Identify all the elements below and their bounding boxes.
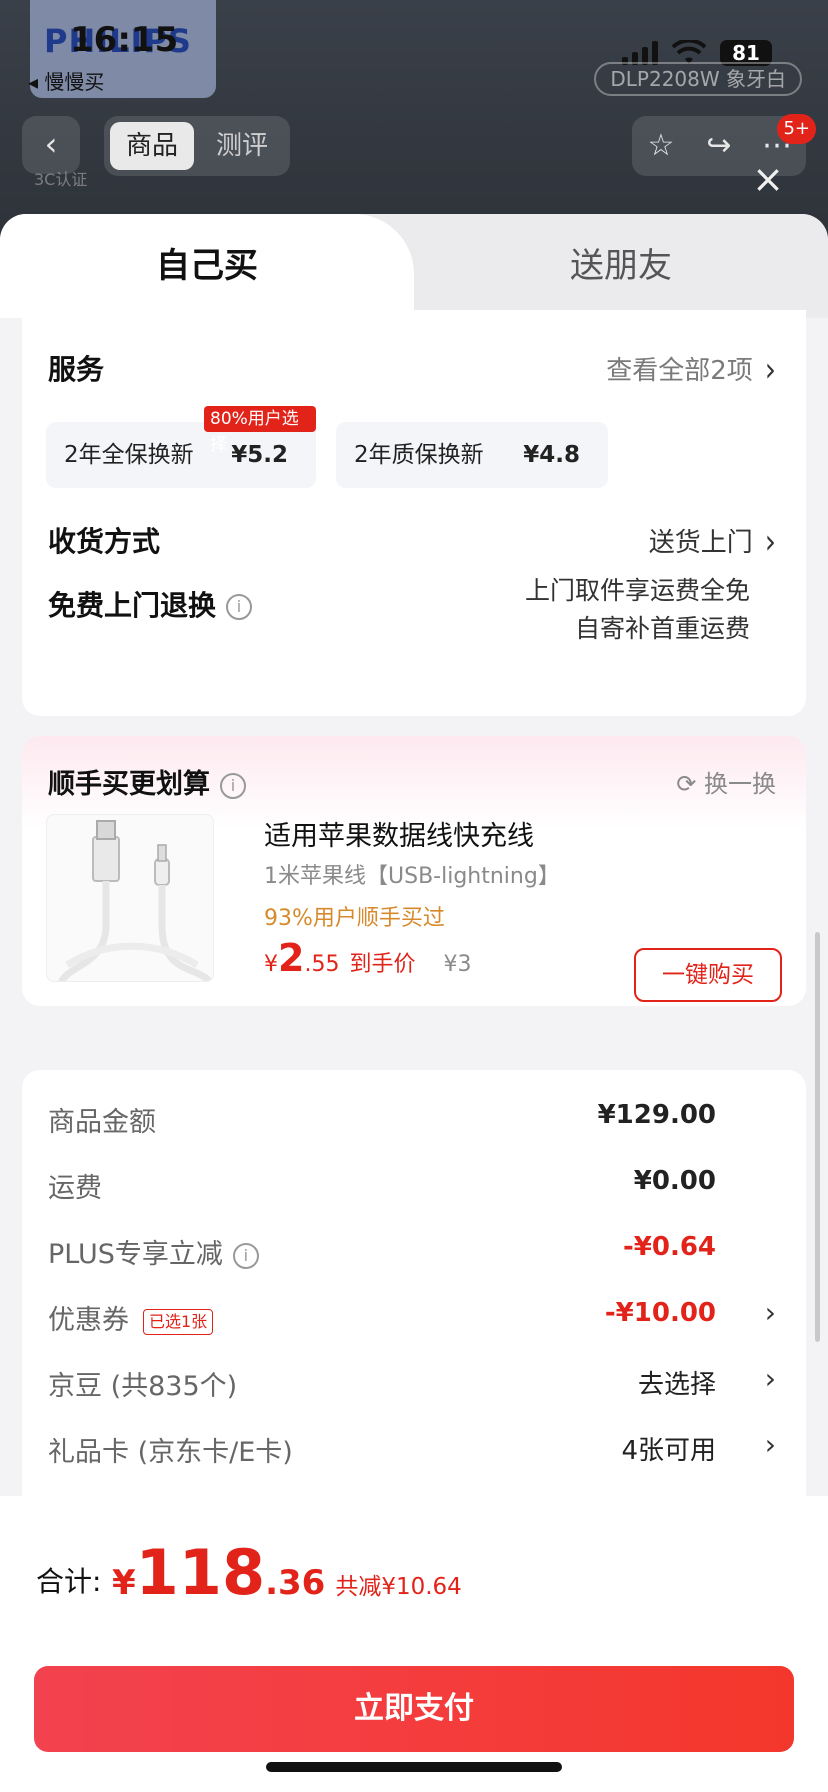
chevron-right-icon[interactable]: › (765, 1362, 776, 1395)
info-icon[interactable]: i (226, 594, 253, 620)
recommended-product-spec: 1米苹果线【USB-lightning】 (264, 864, 560, 889)
summary-label: 商品金额 (48, 1107, 156, 1138)
price-integer: 2 (278, 936, 305, 980)
free-return-note: 上门取件享运费全免 自寄补首重运费 (525, 572, 750, 648)
summary-label: 优惠券 已选1张 (48, 1298, 214, 1337)
star-icon[interactable]: ☆ (632, 116, 690, 176)
price-label: 到手价 (349, 952, 416, 977)
summary-value: ¥129.00 (597, 1100, 716, 1130)
info-icon[interactable]: i (232, 1242, 259, 1269)
total-saved: 共减¥10.64 (335, 1574, 462, 1600)
more-badge: 5+ (777, 114, 816, 144)
service-option-name: 2年质保换新 (354, 442, 484, 468)
summary-row-jingdou[interactable]: 京豆 (共835个) 去选择 (48, 1364, 716, 1404)
service-option-quality-warranty[interactable]: 2年质保换新 ¥4.8 (336, 422, 608, 488)
home-indicator[interactable] (266, 1762, 562, 1772)
delivery-method-label: 收货方式 (48, 525, 161, 558)
summary-row-items-amount: 商品金额 ¥129.00 (48, 1100, 716, 1140)
summary-value: 去选择 (637, 1370, 716, 1400)
recommended-product-name[interactable]: 适用苹果数据线快充线 (264, 814, 534, 853)
recommended-product-price: ¥2.55 到手价 ¥3 (264, 936, 471, 980)
summary-label: 运费 (48, 1173, 102, 1204)
cable-image (58, 820, 213, 981)
view-all-services-link[interactable]: 查看全部2项 › (606, 349, 776, 390)
tab-buy-for-self[interactable]: 自己买 (0, 214, 414, 318)
purchase-mode-tabs: 自己买 送朋友 (0, 214, 828, 318)
chevron-right-icon[interactable]: › (765, 1296, 776, 1329)
total-amount: ¥118.36 共减¥10.64 (112, 1536, 462, 1609)
delivery-method-value: 送货上门 (648, 528, 753, 558)
refresh-label: 换一换 (704, 770, 776, 798)
recommended-product-stat: 93%用户顺手买过 (264, 906, 445, 931)
total-decimal: .36 (265, 1563, 326, 1603)
summary-value: -¥10.00 (604, 1298, 716, 1328)
services-card: 服务 查看全部2项 › 2年全保换新 ¥5.2 80%用户选择 2年质保换新 ¥4… (22, 310, 806, 716)
chevron-right-icon: › (764, 521, 776, 562)
summary-value: 4张可用 (621, 1436, 716, 1466)
info-icon[interactable]: i (220, 772, 246, 799)
background-product-page: PHILIPS 16:15 ◂ 慢慢买 81 DLP2208W 象牙白 ‹ 商品… (0, 0, 828, 240)
total-integer: 118 (135, 1536, 266, 1609)
view-all-label: 查看全部2项 (606, 356, 753, 386)
order-summary-card: 商品金额 ¥129.00 运费 ¥0.00 PLUS专享立减 i -¥0.64 优… (22, 1070, 806, 1520)
summary-row-plus-discount: PLUS专享立减 i -¥0.64 (48, 1232, 716, 1272)
product-tabs: 商品 测评 (104, 116, 291, 176)
free-return-note-line1: 上门取件享运费全免 (524, 576, 750, 605)
total-label: 合计: (36, 1565, 102, 1598)
summary-value: ¥0.00 (633, 1166, 716, 1196)
checkout-bottom-bar: 合计: ¥118.36 共减¥10.64 立即支付 (0, 1496, 828, 1792)
tab-send-to-friend[interactable]: 送朋友 (414, 214, 828, 318)
recommendation-title: 顺手买更划算 i (48, 762, 246, 801)
recommendation-title-text: 顺手买更划算 (48, 769, 210, 800)
summary-label: 京豆 (共835个) (48, 1371, 238, 1402)
summary-row-coupon[interactable]: 优惠券 已选1张 -¥10.00 (48, 1298, 716, 1338)
summary-label: 礼品卡 (京东卡/E卡) (48, 1437, 293, 1468)
add-on-recommendation-card: 顺手买更划算 i ⟳ 换一换 适用苹果数据线快充线 1米苹果线【USB-light… (22, 736, 806, 1006)
back-to-app-link[interactable]: ◂ 慢慢买 (28, 66, 104, 95)
free-return-text: 免费上门退换 (48, 589, 217, 622)
refresh-button[interactable]: ⟳ 换一换 (676, 764, 776, 799)
model-pill[interactable]: DLP2208W 象牙白 (594, 62, 802, 96)
price-currency: ¥ (264, 952, 278, 977)
free-return-note-line2: 自寄补首重运费 (574, 614, 750, 643)
pay-now-button[interactable]: 立即支付 (34, 1666, 794, 1752)
scrollbar[interactable] (815, 932, 820, 1342)
close-icon[interactable]: × (748, 160, 788, 200)
summary-label: PLUS专享立减 i (48, 1232, 259, 1271)
status-time: 16:15 (70, 20, 179, 60)
original-price: ¥3 (443, 952, 472, 977)
service-option-price: ¥4.8 (523, 442, 580, 468)
summary-row-gift-card[interactable]: 礼品卡 (京东卡/E卡) 4张可用 (48, 1430, 716, 1470)
one-click-buy-button[interactable]: 一键购买 (634, 948, 782, 1002)
plus-discount-text: PLUS专享立减 (48, 1239, 223, 1270)
service-option-full-warranty[interactable]: 2年全保换新 ¥5.2 80%用户选择 (46, 406, 316, 488)
summary-value: -¥0.64 (622, 1232, 716, 1262)
coupon-selected-tag: 已选1张 (143, 1308, 214, 1335)
service-option-name: 2年全保换新 (64, 442, 194, 468)
product-thumbnail[interactable] (46, 814, 214, 982)
popular-choice-tag: 80%用户选择 (204, 406, 316, 455)
total-currency: ¥ (112, 1563, 136, 1603)
coupon-text: 优惠券 (48, 1305, 129, 1336)
chevron-right-icon: › (764, 349, 776, 390)
tab-review[interactable]: 测评 (200, 122, 284, 170)
tab-product[interactable]: 商品 (110, 122, 195, 170)
delivery-method-selector[interactable]: 送货上门 › (648, 521, 776, 562)
cert-label: 3C认证 (34, 170, 88, 189)
summary-row-shipping: 运费 ¥0.00 (48, 1166, 716, 1206)
services-title: 服务 (48, 353, 105, 386)
checkout-sheet: 自己买 送朋友 服务 查看全部2项 › 2年全保换新 ¥5.2 80%用户选择 2… (0, 214, 828, 1792)
share-icon[interactable]: ↪ (690, 116, 748, 176)
refresh-icon: ⟳ (676, 770, 697, 798)
free-return-label: 免费上门退换 i (48, 584, 253, 624)
chevron-right-icon[interactable]: › (765, 1428, 776, 1461)
price-decimal: .55 (304, 952, 340, 977)
